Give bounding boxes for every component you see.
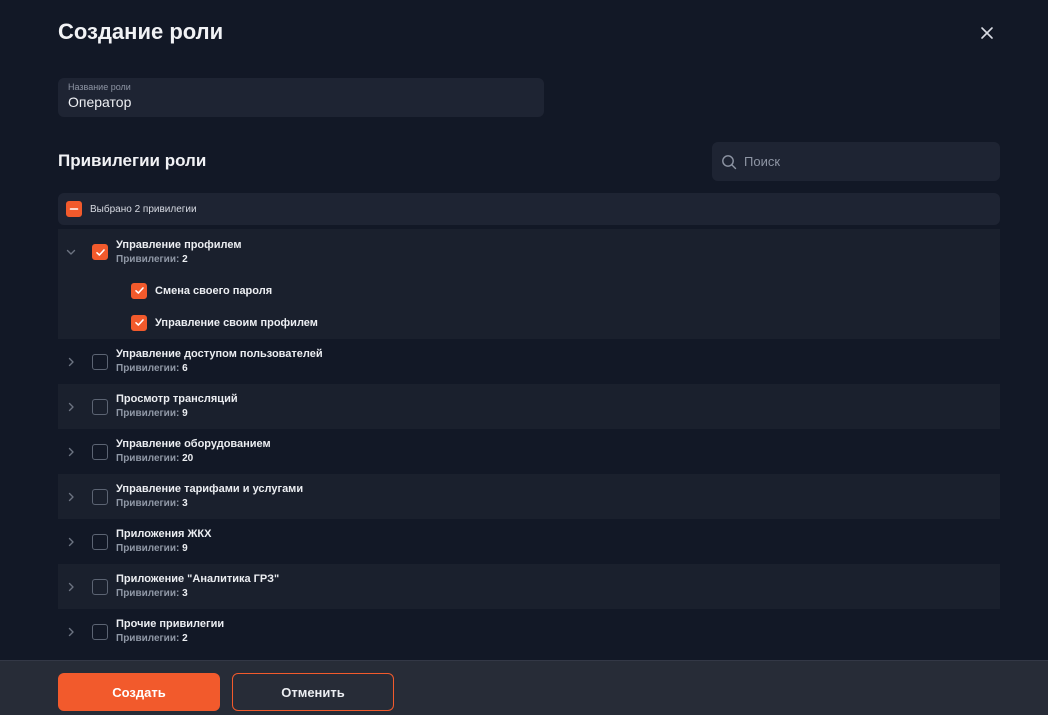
search-field[interactable] xyxy=(712,142,1000,181)
chevron-right-icon[interactable] xyxy=(64,400,78,414)
item-name: Управление своим профилем xyxy=(155,316,318,329)
check-icon xyxy=(134,319,144,326)
group-checkbox[interactable] xyxy=(92,353,108,370)
search-input[interactable] xyxy=(744,154,984,169)
privilege-item[interactable]: Управление своим профилем xyxy=(58,306,1000,339)
item-checkbox[interactable] xyxy=(131,282,147,299)
group-name: Просмотр трансляций xyxy=(116,393,238,405)
group-count: Привилегии: 3 xyxy=(116,588,188,599)
privileges-list: Управление профилем Привилегии: 2 Смена … xyxy=(58,229,1000,654)
group-count: Привилегии: 2 xyxy=(116,253,188,265)
minus-icon xyxy=(69,208,79,210)
group-checkbox[interactable] xyxy=(92,398,108,415)
group-checkbox[interactable] xyxy=(92,623,108,640)
item-checkbox[interactable] xyxy=(131,314,147,331)
check-icon xyxy=(134,287,144,294)
group-count: Привилегии: 20 xyxy=(116,453,194,464)
cancel-button[interactable]: Отменить xyxy=(232,673,394,711)
chevron-right-icon[interactable] xyxy=(64,580,78,594)
group-checkbox[interactable] xyxy=(92,533,108,550)
privilege-group[interactable]: Управление доступом пользователей Привил… xyxy=(58,339,1000,384)
dialog-footer: Создать Отменить xyxy=(0,660,1048,715)
chevron-down-icon[interactable] xyxy=(64,245,78,259)
create-role-dialog: Создание роли Название роли Привилегии р… xyxy=(0,0,1048,715)
group-name: Управление профилем xyxy=(116,238,242,251)
group-checkbox[interactable] xyxy=(92,488,108,505)
group-checkbox[interactable] xyxy=(92,244,108,260)
group-name: Приложения ЖКХ xyxy=(116,528,212,540)
privilege-group[interactable]: Управление оборудованием Привилегии: 20 xyxy=(58,429,1000,474)
group-name: Прочие привилегии xyxy=(116,618,225,630)
group-name: Управление доступом пользователей xyxy=(116,348,323,360)
dialog-title: Создание роли xyxy=(58,19,224,44)
close-button[interactable] xyxy=(976,22,998,44)
select-all-checkbox[interactable] xyxy=(66,201,82,217)
role-name-label: Название роли xyxy=(68,82,131,92)
chevron-right-icon[interactable] xyxy=(64,490,78,504)
role-name-field[interactable]: Название роли xyxy=(58,78,544,117)
item-name: Смена своего пароля xyxy=(155,284,273,297)
select-all-bar: Выбрано 2 привилегии xyxy=(58,193,1000,225)
group-name: Управление оборудованием xyxy=(116,438,271,450)
chevron-right-icon[interactable] xyxy=(64,445,78,459)
check-icon xyxy=(95,248,105,256)
privilege-group[interactable]: Управление тарифами и услугами Привилеги… xyxy=(58,474,1000,519)
group-count: Привилегии: 2 xyxy=(116,633,188,644)
chevron-right-icon[interactable] xyxy=(64,625,78,639)
group-checkbox[interactable] xyxy=(92,443,108,460)
privilege-group[interactable]: Приложения ЖКХ Привилегии: 9 xyxy=(58,519,1000,564)
privilege-group[interactable]: Прочие привилегии Привилегии: 2 xyxy=(58,609,1000,654)
chevron-right-icon[interactable] xyxy=(64,355,78,369)
create-button[interactable]: Создать xyxy=(58,673,220,711)
group-checkbox[interactable] xyxy=(92,578,108,595)
role-name-input[interactable] xyxy=(68,94,534,110)
group-name: Управление тарифами и услугами xyxy=(116,483,304,495)
group-count: Привилегии: 3 xyxy=(116,498,188,509)
search-icon xyxy=(721,154,737,170)
privilege-group[interactable]: Приложение "Аналитика ГРЗ" Привилегии: 3 xyxy=(58,564,1000,609)
close-icon xyxy=(981,27,993,39)
group-count: Привилегии: 6 xyxy=(116,363,188,374)
privileges-title: Привилегии роли xyxy=(58,151,207,170)
selection-count-text: Выбрано 2 привилегии xyxy=(90,203,197,215)
privilege-group[interactable]: Просмотр трансляций Привилегии: 9 xyxy=(58,384,1000,429)
chevron-right-icon[interactable] xyxy=(64,535,78,549)
group-count: Привилегии: 9 xyxy=(116,543,188,554)
privilege-item[interactable]: Смена своего пароля xyxy=(58,275,1000,306)
group-name: Приложение "Аналитика ГРЗ" xyxy=(116,573,280,585)
privilege-group[interactable]: Управление профилем Привилегии: 2 xyxy=(58,229,1000,275)
group-count: Привилегии: 9 xyxy=(116,408,188,419)
